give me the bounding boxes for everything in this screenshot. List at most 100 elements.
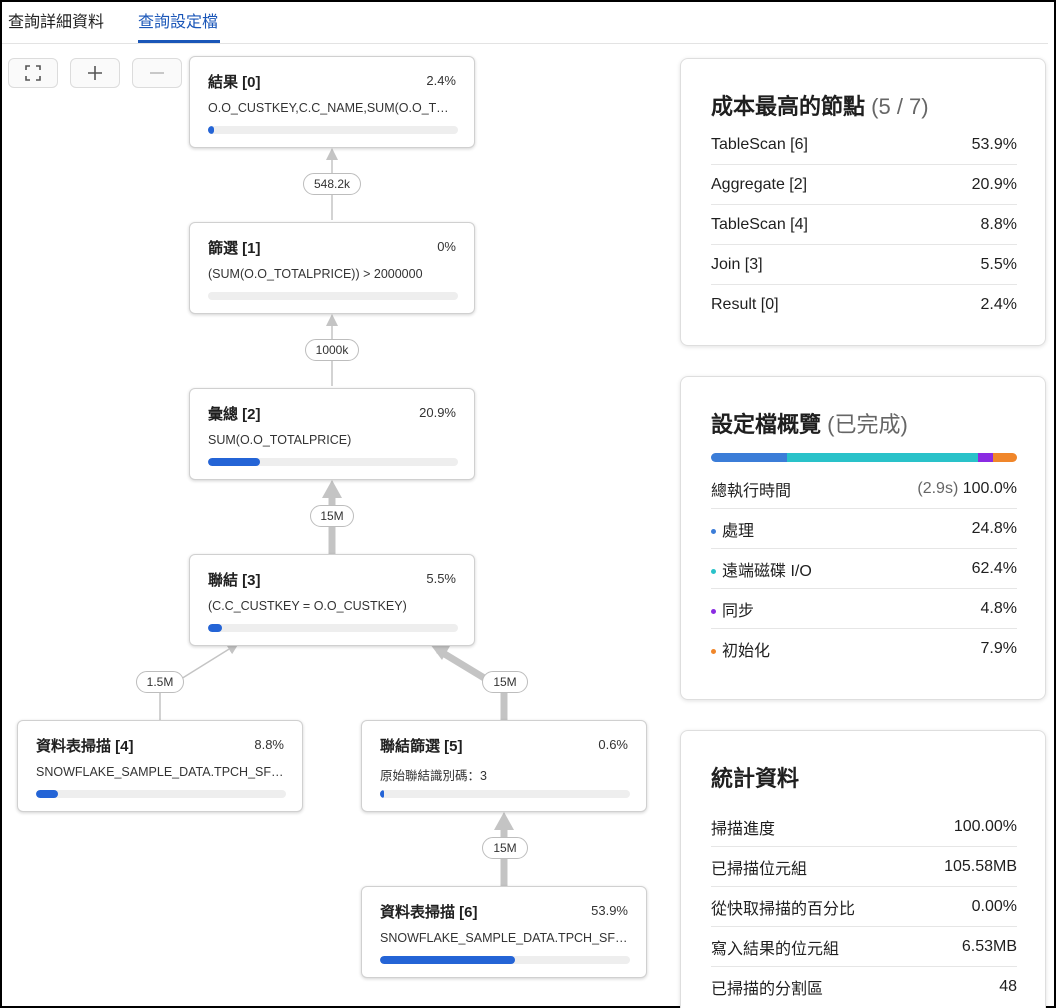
edge-arrowhead bbox=[322, 480, 342, 498]
node-detail: SUM(O.O_TOTALPRICE) bbox=[208, 433, 352, 447]
stat-row: 已掃描位元組 105.58MB bbox=[711, 847, 1017, 887]
node-title: 聯結篩選 [5] bbox=[380, 738, 463, 755]
node-cost-bar bbox=[380, 790, 630, 798]
breakdown-segment-processing bbox=[711, 453, 787, 462]
node-cost-bar bbox=[208, 624, 458, 632]
statistics-title: 統計資料 bbox=[711, 766, 800, 791]
overview-item-label: 同步 bbox=[722, 602, 755, 620]
plan-node-aggregate[interactable]: 彙總 [2] 20.9% SUM(O.O_TOTALPRICE) bbox=[189, 388, 475, 480]
total-execution-time: (2.9s) bbox=[917, 479, 959, 497]
edge-row-count: 15M bbox=[482, 837, 528, 859]
processing-dot-icon bbox=[711, 528, 716, 534]
breakdown-segment-remote-io bbox=[786, 453, 978, 462]
stat-row: 已掃描的分割區 48 bbox=[711, 967, 1017, 1007]
plan-node-tablescan-6[interactable]: 資料表掃描 [6] 53.9% SNOWFLAKE_SAMPLE_DATA.TP… bbox=[361, 886, 647, 978]
sync-dot-icon bbox=[711, 608, 716, 614]
node-cost-fill bbox=[380, 790, 384, 798]
node-detail: O.O_CUSTKEY,C.C_NAME,SUM(O.O_TOTALPRICE) bbox=[208, 101, 458, 115]
node-percent: 5.5% bbox=[426, 571, 456, 586]
costly-node-row[interactable]: Aggregate [2] 20.9% bbox=[711, 165, 1017, 205]
active-tab-indicator bbox=[138, 40, 220, 43]
edge-row-count: 15M bbox=[482, 671, 528, 693]
costly-node-row[interactable]: Result [0] 2.4% bbox=[711, 285, 1017, 325]
overview-status: (已完成) bbox=[827, 412, 908, 437]
total-execution-time-row: 總執行時間 (2.9s) 100.0% bbox=[711, 469, 1017, 509]
stat-value: 105.58MB bbox=[944, 857, 1017, 875]
node-percent: 2.4% bbox=[426, 73, 456, 88]
overview-item-value: 62.4% bbox=[971, 559, 1017, 577]
overview-item-label: 遠端磁碟 I/O bbox=[722, 562, 812, 580]
query-plan-graph: 548.2k 1000k 15M 1.5M 15M 15M 結果 [0] 2.4… bbox=[2, 50, 662, 1008]
init-dot-icon bbox=[711, 649, 716, 655]
costly-node-row[interactable]: Join [3] 5.5% bbox=[711, 245, 1017, 285]
overview-item-value: 4.8% bbox=[980, 599, 1017, 617]
overview-item-value: 7.9% bbox=[980, 640, 1017, 657]
node-title: 彙總 [2] bbox=[208, 406, 261, 423]
stat-value: 6.53MB bbox=[961, 937, 1017, 955]
stat-label: 寫入結果的位元組 bbox=[711, 940, 840, 958]
node-title: 資料表掃描 [4] bbox=[36, 738, 134, 755]
node-title: 篩選 [1] bbox=[208, 240, 261, 257]
node-detail: (C.C_CUSTKEY = O.O_CUSTKEY) bbox=[208, 599, 407, 613]
stat-row: 從快取掃描的百分比 0.00% bbox=[711, 887, 1017, 927]
plan-node-tablescan-4[interactable]: 資料表掃描 [4] 8.8% SNOWFLAKE_SAMPLE_DATA.TPC… bbox=[17, 720, 303, 812]
edge-row-count: 1.5M bbox=[136, 671, 184, 693]
edge-row-count: 548.2k bbox=[303, 173, 361, 195]
costly-node-value: 8.8% bbox=[980, 215, 1017, 233]
costly-node-label: Aggregate [2] bbox=[711, 175, 808, 193]
overview-item-label: 初始化 bbox=[722, 643, 771, 660]
stat-row: 掃描進度 100.00% bbox=[711, 807, 1017, 847]
costliest-title: 成本最高的節點 bbox=[711, 94, 866, 119]
node-cost-bar bbox=[208, 292, 458, 300]
overview-item-init: 初始化 7.9% bbox=[711, 629, 1017, 669]
plan-node-result[interactable]: 結果 [0] 2.4% O.O_CUSTKEY,C.C_NAME,SUM(O.O… bbox=[189, 56, 475, 148]
stat-label: 掃描進度 bbox=[711, 820, 776, 838]
costly-node-row[interactable]: TableScan [4] 8.8% bbox=[711, 205, 1017, 245]
overview-item-sync: 同步 4.8% bbox=[711, 589, 1017, 629]
total-execution-label: 總執行時間 bbox=[711, 482, 792, 500]
plan-node-join[interactable]: 聯結 [3] 5.5% (C.C_CUSTKEY = O.O_CUSTKEY) bbox=[189, 554, 475, 646]
costly-node-value: 20.9% bbox=[971, 175, 1017, 193]
node-percent: 0.6% bbox=[598, 737, 628, 752]
breakdown-segment-sync bbox=[977, 453, 993, 462]
node-cost-bar bbox=[36, 790, 286, 798]
overview-title: 設定檔概覽 bbox=[711, 412, 822, 437]
costly-node-label: Join [3] bbox=[711, 255, 763, 273]
statistics-panel: 統計資料 掃描進度 100.00% 已掃描位元組 105.58MB 從快取掃描的… bbox=[680, 730, 1046, 1008]
node-percent: 8.8% bbox=[254, 737, 284, 752]
edge-row-count: 1000k bbox=[305, 339, 359, 361]
node-percent: 20.9% bbox=[419, 405, 456, 420]
edge-row-count: 15M bbox=[310, 505, 354, 527]
stat-value: 48 bbox=[999, 978, 1017, 995]
costly-node-row[interactable]: TableScan [6] 53.9% bbox=[711, 125, 1017, 165]
node-cost-bar bbox=[208, 126, 458, 134]
overview-item-value: 24.8% bbox=[971, 519, 1017, 537]
node-cost-fill bbox=[380, 956, 515, 964]
tab-query-details[interactable]: 查詢詳細資料 bbox=[8, 8, 104, 32]
plan-node-filter[interactable]: 篩選 [1] 0% (SUM(O.O_TOTALPRICE)) > 200000… bbox=[189, 222, 475, 314]
node-cost-bar bbox=[380, 956, 630, 964]
tab-query-profile[interactable]: 查詢設定檔 bbox=[138, 8, 218, 32]
node-detail: (SUM(O.O_TOTALPRICE)) > 2000000 bbox=[208, 267, 423, 281]
node-cost-bar bbox=[208, 458, 458, 466]
breakdown-segment-init bbox=[992, 453, 1017, 462]
overview-item-remote-io: 遠端磁碟 I/O 62.4% bbox=[711, 549, 1017, 589]
edge-arrowhead bbox=[494, 812, 514, 830]
costly-node-label: TableScan [6] bbox=[711, 135, 808, 153]
stat-label: 從快取掃描的百分比 bbox=[711, 900, 856, 918]
costly-node-label: Result [0] bbox=[711, 296, 779, 313]
total-execution-percent: 100.0% bbox=[962, 479, 1017, 497]
tab-bar: 查詢詳細資料 查詢設定檔 bbox=[2, 2, 1048, 44]
node-cost-fill bbox=[208, 126, 214, 134]
stat-label: 已掃描位元組 bbox=[711, 860, 808, 878]
stat-label: 已掃描的分割區 bbox=[711, 981, 824, 998]
costliest-count: (5 / 7) bbox=[871, 94, 929, 119]
costly-node-value: 5.5% bbox=[980, 255, 1017, 273]
node-cost-fill bbox=[208, 458, 261, 466]
node-title: 資料表掃描 [6] bbox=[380, 904, 478, 921]
stat-value: 0.00% bbox=[971, 897, 1017, 915]
costly-node-value: 53.9% bbox=[971, 135, 1017, 153]
remote-io-dot-icon bbox=[711, 568, 716, 574]
node-percent: 0% bbox=[437, 239, 456, 254]
plan-node-joinfilter[interactable]: 聯結篩選 [5] 0.6% 原始聯結識別碼：3 bbox=[361, 720, 647, 812]
